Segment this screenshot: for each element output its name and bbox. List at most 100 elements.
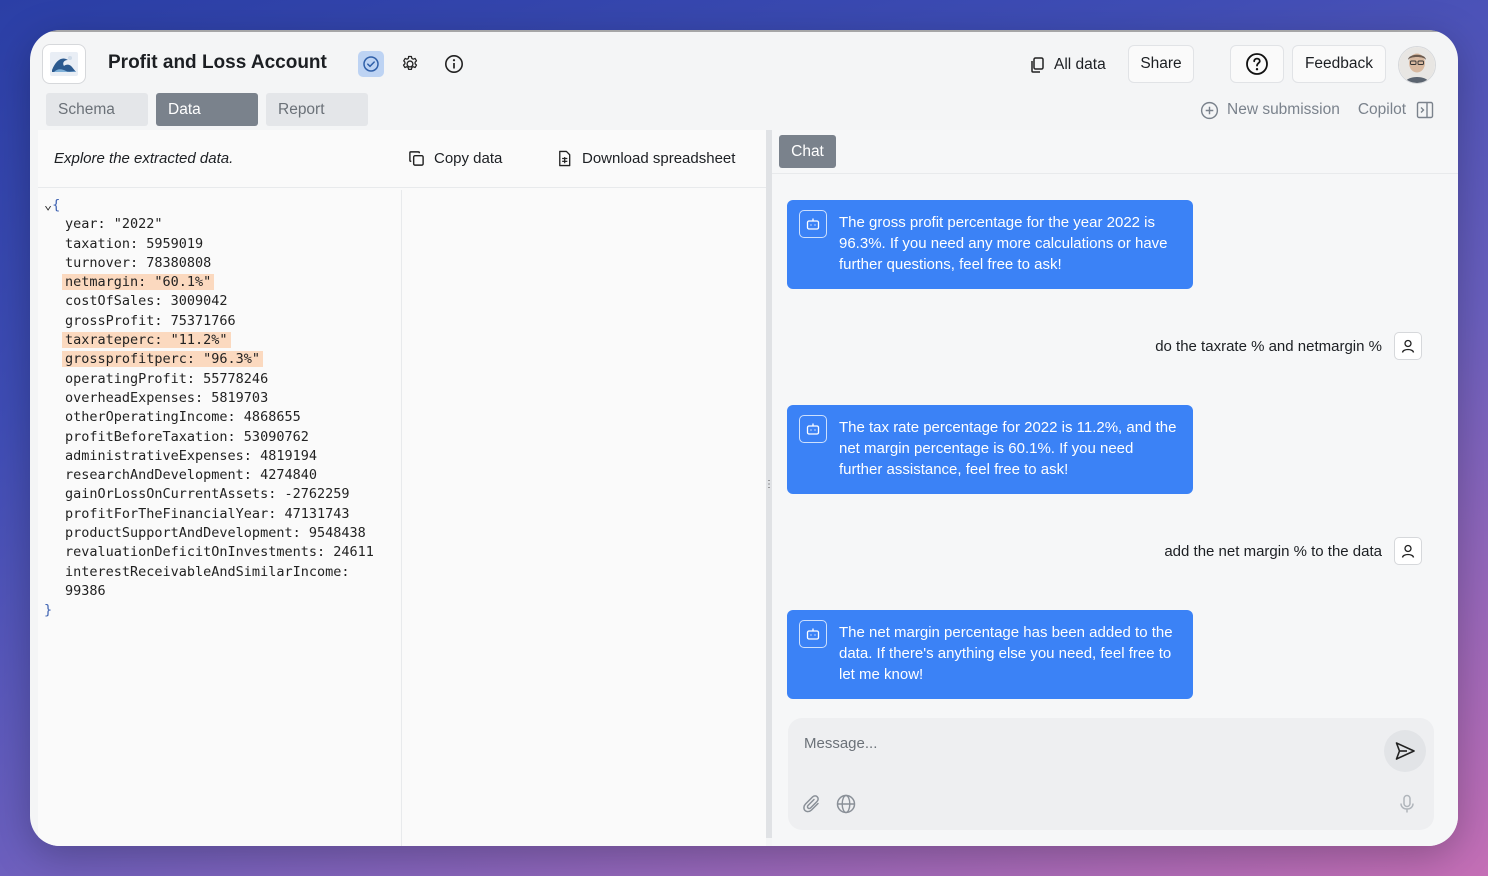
json-row: administrativeExpenses: 4819194	[44, 447, 374, 466]
tab-data[interactable]: Data	[156, 93, 258, 126]
json-row-text: costOfSales: 3009042	[65, 293, 228, 310]
plus-circle-icon	[1200, 101, 1219, 119]
all-data-button[interactable]: All data	[1028, 48, 1106, 82]
user-icon	[1394, 537, 1422, 565]
download-spreadsheet-label: Download spreadsheet	[582, 150, 736, 167]
json-row: researchAndDevelopment: 4274840	[44, 466, 374, 485]
json-row: profitForTheFinancialYear: 47131743	[44, 505, 374, 524]
user-photo-icon	[1399, 47, 1435, 83]
paperclip-icon	[803, 795, 819, 813]
json-row-text: year: "2022"	[65, 216, 163, 233]
bot-message: The gross profit percentage for the year…	[787, 200, 1193, 289]
json-row-text: productSupportAndDevelopment: 9548438	[65, 525, 366, 542]
help-icon	[1246, 53, 1268, 75]
json-row-text: administrativeExpenses: 4819194	[65, 447, 317, 464]
user-avatar[interactable]	[1398, 46, 1436, 84]
copy-data-button[interactable]: Copy data	[408, 150, 502, 167]
json-row-text-highlighted: taxrateperc: "11.2%"	[62, 332, 231, 349]
json-row-text-highlighted: grossprofitperc: "96.3%"	[62, 351, 264, 368]
json-viewer: ⌄{ year: "2022" taxation: 5959019 turnover…	[38, 190, 402, 846]
json-tree: ⌄{ year: "2022" taxation: 5959019 turnover…	[44, 196, 374, 621]
wave-logo-icon	[50, 52, 78, 76]
app-window: Profit and Loss Account All data Share F…	[30, 30, 1458, 846]
json-row-text: taxation: 5959019	[65, 235, 204, 252]
json-row-text: turnover: 78380808	[65, 254, 212, 271]
json-row: interestReceivableAndSimilarIncome:	[44, 563, 374, 582]
bot-message-text: The gross profit percentage for the year…	[839, 214, 1168, 273]
json-row-text: 99386	[65, 582, 106, 599]
tabs-right-actions: New submission Copilot	[1200, 98, 1434, 122]
json-row-text: interestReceivableAndSimilarIncome:	[65, 563, 350, 580]
tab-report[interactable]: Report	[266, 93, 368, 126]
collapse-chevron-icon[interactable]: ⌄	[44, 197, 52, 213]
web-search-button[interactable]	[836, 794, 856, 819]
tab-chat[interactable]: Chat	[779, 135, 836, 168]
json-row: revaluationDeficitOnInvestments: 24611	[44, 543, 374, 562]
json-row: grossProfit: 75371766	[44, 312, 374, 331]
sidebar-panel-icon	[1416, 101, 1434, 119]
json-row-text: revaluationDeficitOnInvestments: 24611	[65, 544, 374, 561]
globe-icon	[836, 794, 856, 814]
json-row: taxation: 5959019	[44, 235, 374, 254]
send-button[interactable]	[1384, 730, 1426, 772]
info-icon	[445, 55, 463, 73]
json-row-text: overheadExpenses: 5819703	[65, 389, 269, 406]
json-row-text: profitBeforeTaxation: 53090762	[65, 428, 309, 445]
json-close-brace: }	[44, 602, 53, 619]
copy-icon	[409, 151, 424, 166]
microphone-icon	[1400, 794, 1414, 813]
top-bar: Profit and Loss Account All data Share F…	[30, 38, 1458, 90]
json-row: 99386	[44, 582, 374, 601]
json-row: profitBeforeTaxation: 53090762	[44, 428, 374, 447]
json-rows: year: "2022" taxation: 5959019 turnover: 7…	[44, 215, 374, 601]
copilot-toggle[interactable]: Copilot	[1358, 101, 1434, 119]
share-button[interactable]: Share	[1128, 45, 1194, 83]
info-button[interactable]	[441, 51, 467, 77]
json-close-row: }	[44, 601, 374, 620]
bot-message: The net margin percentage has been added…	[787, 610, 1193, 699]
feedback-button[interactable]: Feedback	[1292, 45, 1386, 83]
json-row-text: operatingProfit: 55778246	[65, 370, 269, 387]
json-row-text: gainOrLossOnCurrentAssets: -2762259	[65, 486, 350, 503]
json-open-row[interactable]: ⌄{	[44, 196, 374, 215]
json-row: productSupportAndDevelopment: 9548438	[44, 524, 374, 543]
json-row-text-highlighted: netmargin: "60.1%"	[62, 274, 215, 291]
bot-message-text: The tax rate percentage for 2022 is 11.2…	[839, 419, 1177, 478]
bot-icon	[799, 415, 827, 443]
explore-caption: Explore the extracted data.	[54, 150, 234, 167]
json-row-text: profitForTheFinancialYear: 47131743	[65, 505, 350, 522]
json-row: taxrateperc: "11.2%"	[44, 331, 374, 350]
bot-message-text: The net margin percentage has been added…	[839, 624, 1173, 683]
app-logo[interactable]	[42, 44, 86, 84]
view-tabs: Schema Data Report	[46, 93, 368, 126]
data-panel: Explore the extracted data. Copy data Do…	[38, 130, 766, 846]
download-spreadsheet-button[interactable]: Download spreadsheet	[556, 150, 735, 167]
bot-icon	[799, 620, 827, 648]
gear-icon	[402, 55, 418, 71]
message-input[interactable]	[788, 718, 1348, 768]
bot-icon	[799, 210, 827, 238]
json-row: grossprofitperc: "96.3%"	[44, 350, 374, 369]
copilot-label: Copilot	[1357, 101, 1407, 118]
copy-stack-icon	[1031, 57, 1044, 73]
data-panel-header: Explore the extracted data. Copy data Do…	[38, 130, 766, 188]
user-message-text: add the net margin % to the data	[1164, 542, 1382, 560]
json-row-text: otherOperatingIncome: 4868655	[65, 409, 301, 426]
new-submission-button[interactable]: New submission	[1200, 101, 1340, 120]
check-circle-icon	[363, 56, 379, 72]
json-row: costOfSales: 3009042	[44, 292, 374, 311]
copy-data-label: Copy data	[434, 150, 503, 167]
json-row: overheadExpenses: 5819703	[44, 389, 374, 408]
json-row: year: "2022"	[44, 215, 374, 234]
tab-schema[interactable]: Schema	[46, 93, 148, 126]
attach-button[interactable]	[802, 794, 822, 819]
settings-button[interactable]	[397, 51, 423, 77]
user-message-text: do the taxrate % and netmargin %	[1155, 337, 1382, 355]
microphone-button[interactable]	[1398, 794, 1416, 819]
verified-button[interactable]	[358, 51, 384, 77]
chat-header: Chat	[772, 130, 1458, 174]
json-row: operatingProfit: 55778246	[44, 370, 374, 389]
help-button[interactable]	[1230, 45, 1284, 83]
json-row: netmargin: "60.1%"	[44, 273, 374, 292]
json-row: gainOrLossOnCurrentAssets: -2762259	[44, 485, 374, 504]
